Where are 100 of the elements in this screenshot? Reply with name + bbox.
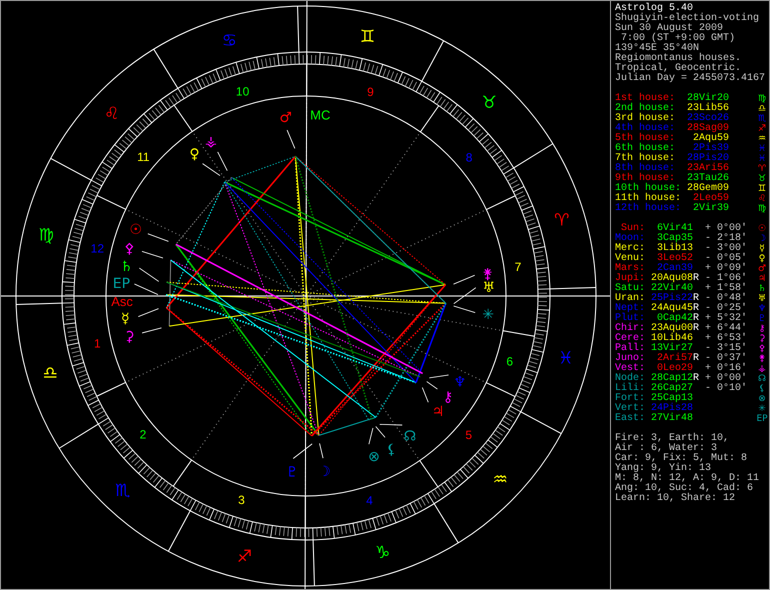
planet-position: 0Cap42 [656,314,693,324]
house-label: 7th house: [615,154,676,164]
planet-label: Cere: [614,334,645,344]
chart-info-line: Regiomontanus houses. [615,54,742,64]
program-title: Astrolog 5.40 [615,4,694,14]
latitude-value: + 0°16' [705,364,748,374]
latitude-value: - 0°48' [705,294,748,304]
house-number: 12 [90,241,104,256]
zodiac-sign-glyph: ♑ [374,542,390,563]
summary-line: Car: 9, Fix: 5, Mut: 8 [615,454,748,464]
sign-glyph: ♌ [758,194,766,204]
sign-glyph: ♓ [758,144,766,154]
planet-position: 13Vir27 [650,344,693,354]
house-label: 11th house: [615,194,682,204]
latitude-value: + 0°09' [705,264,748,274]
sign-glyph: ♒ [758,134,766,144]
planet-label: Vert: [614,404,645,414]
latitude-value: - 3°00' [705,244,748,254]
house-position: 28Gem09 [686,184,729,194]
house-label: 5th house: [615,134,676,144]
planet-glyph: ⚶ [204,134,217,150]
latitude-value: - 0°37' [705,354,748,364]
planet-glyph: EP [756,414,768,424]
house-label: 2nd house: [615,104,676,114]
planet-glyph: EP [112,276,130,292]
planet-glyph: ♂ [279,110,292,126]
planet-label: Mars: [614,264,645,274]
planet-glyph: ⚵ [482,266,493,283]
house-label: 6th house: [615,144,676,154]
house-number: 10 [236,84,250,99]
zodiac-sign-glyph: ♊ [360,27,376,48]
chart-info-line: Tropical, Geocentric. [615,64,742,74]
house-position: 23Lib56 [686,104,729,114]
zodiac-sign-glyph: ♐ [236,546,252,567]
house-position: 2Aqu59 [692,134,729,144]
planet-glyph: ⚳ [758,334,766,344]
planet-glyph: ⚳ [124,328,135,345]
planet-glyph: ♂ [758,264,766,274]
planet-position: 0Leo29 [656,364,693,374]
house-label: 10th house: [615,184,682,194]
retrograde-mark: R [693,354,700,364]
planet-label: East: [614,414,645,424]
planet-position: 26Cap27 [650,384,693,394]
planet-position: 2Ari57 [656,354,693,364]
planet-glyph: ☉ [758,224,766,234]
house-number: 5 [465,428,472,442]
zodiac-sign-glyph: ♈ [554,210,570,230]
house-position: 2Vir39 [692,204,729,214]
summary-line: Ang: 10, Suc: 4, Cad: 6 [615,484,754,494]
angle-label: MC [310,108,330,123]
leader-line [453,274,476,284]
planet-glyph: ♇ [286,464,298,480]
latitude-value: + 1°58' [705,284,748,294]
chart-info-line: 7:00 (ST +9:00 GMT) [621,34,736,44]
planet-position: 25Pis22 [650,294,693,304]
sign-glyph: ♈ [758,164,766,174]
latitude-value: - 3°15' [705,344,748,354]
leader-line [428,374,449,378]
leader-line [286,130,296,149]
planet-glyph: ⚴ [124,241,135,258]
leader-line [142,251,164,258]
latitude-value: + 5°32' [705,314,748,324]
zodiac-sign-glyph: ♋ [222,31,238,52]
zodiac-sign-glyph: ♍ [38,225,54,246]
planet-position: 27Vir48 [650,414,693,424]
planet-label: Sun: [620,224,645,234]
sign-glyph: ♎ [758,104,766,114]
planet-glyph: ⚷ [442,390,454,406]
planet-position: 10Lib46 [650,334,693,344]
house-number: 3 [238,493,245,508]
summary-line: M: 8, N: 12, A: 9, D: 11 [615,474,760,484]
planet-glyph: ⚴ [758,344,766,354]
planet-glyph: ♀ [189,146,200,162]
house-label: 8th house: [615,164,676,174]
sign-glyph: ♓ [758,154,766,164]
house-position: 23Sco26 [686,114,729,124]
planet-glyph: ♅ [482,280,496,296]
leader-line [319,442,324,458]
planet-label: Moon: [614,234,645,244]
latitude-value: - 0°05' [705,254,748,264]
planet-glyph: ♀ [758,254,766,264]
latitude-value: - 0°25' [705,304,748,314]
chart-info-line: Julian Day = 2455073.4167 [615,74,766,84]
house-position: 2Pis39 [692,144,729,154]
house-label: 9th house: [615,174,676,184]
leader-line [134,284,158,296]
planet-glyph: ☉ [129,222,142,238]
planet-label: Jupi: [614,274,645,284]
retrograde-mark: R [693,274,700,284]
sign-glyph: ♍ [758,204,766,214]
retrograde-mark: R [693,374,700,384]
leader-line [138,268,160,282]
sign-glyph: ♏ [758,114,766,124]
latitude-value: - 1°06' [705,274,748,284]
planet-glyph: ⚸ [386,442,396,458]
planet-position: 2Can39 [656,264,693,274]
planet-label: Juno: [614,354,645,364]
planet-position: 22Vir40 [650,284,693,294]
planet-glyph: ⊗ [368,449,380,466]
retrograde-mark: R [693,294,700,304]
